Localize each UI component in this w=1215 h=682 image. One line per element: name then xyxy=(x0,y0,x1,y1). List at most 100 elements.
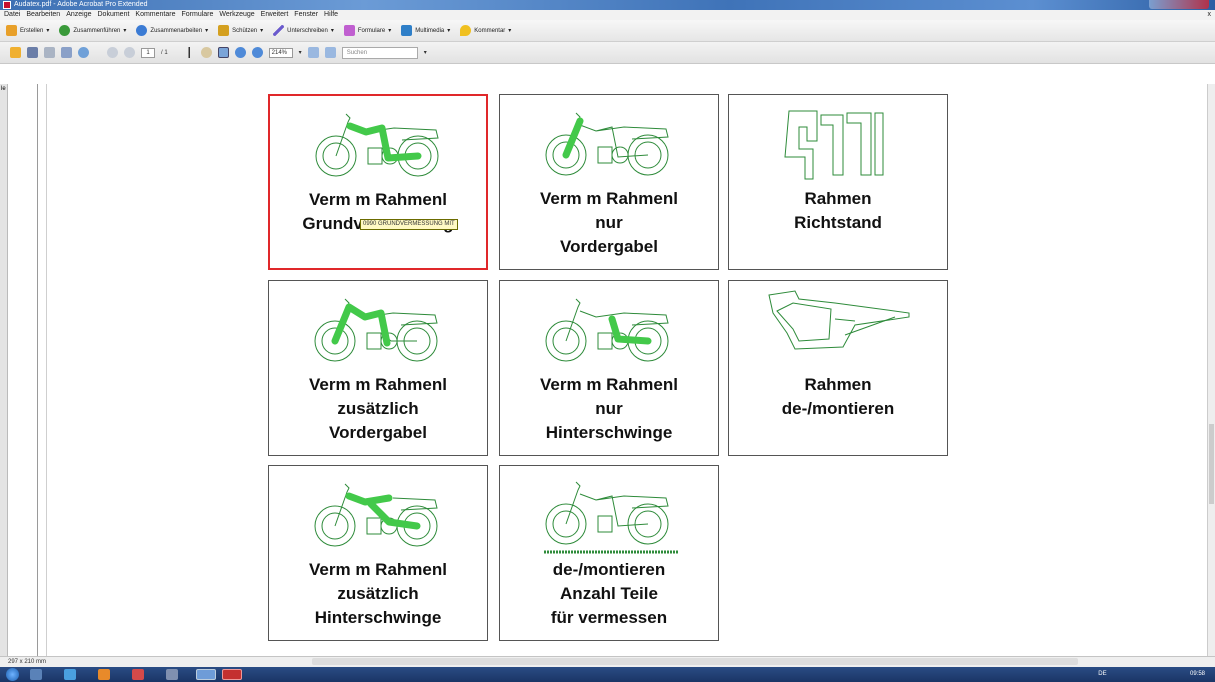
zusammenfuehren-button[interactable]: Zusammenführen ▾ xyxy=(59,25,126,36)
combine-icon xyxy=(59,25,71,36)
motorcycle-frame-icon xyxy=(545,112,669,176)
tile-label-line1: Rahmen xyxy=(804,189,872,208)
open-folder-icon[interactable] xyxy=(10,47,21,58)
marquee-zoom-icon[interactable] xyxy=(217,47,229,58)
windows-taskbar: DE 09:58 xyxy=(0,667,1215,682)
create-icon xyxy=(6,25,17,36)
acrobat-app-icon xyxy=(3,1,11,9)
film-icon xyxy=(401,25,413,36)
chevron-down-icon: ▾ xyxy=(260,28,264,34)
tile-nur-hinterschwinge[interactable]: Verm m Rahmenl nur Hinterschwinge xyxy=(499,280,719,456)
menu-kommentare[interactable]: Kommentare xyxy=(135,10,175,20)
next-page-icon[interactable] xyxy=(124,47,135,58)
clock[interactable]: 09:58 xyxy=(1190,671,1205,677)
collaborate-icon xyxy=(136,25,148,36)
window-controls[interactable] xyxy=(1149,0,1209,9)
zusammenarbeiten-button[interactable]: Zusammenarbeiten ▾ xyxy=(136,25,208,36)
chevron-down-icon: ▾ xyxy=(205,28,209,34)
search-input[interactable]: Suchen xyxy=(341,46,418,59)
collaborate-share-icon[interactable] xyxy=(78,47,89,58)
tooltip: 0990 GRUNDVERMESSUNG MIT xyxy=(360,219,458,230)
email-icon[interactable] xyxy=(61,47,72,58)
taskbar-ie-icon[interactable] xyxy=(64,669,76,680)
tile-anzahl-teile[interactable]: de-/montieren Anzahl Teile für vermessen xyxy=(499,465,719,641)
erstellen-label: Erstellen xyxy=(20,27,44,34)
tile-label-line3: Hinterschwinge xyxy=(314,608,442,627)
print-icon[interactable] xyxy=(27,47,38,58)
select-cursor-icon[interactable] xyxy=(183,47,195,58)
tile-zusaetzlich-vordergabel[interactable]: Verm m Rahmenl zusätzlich Vordergabel xyxy=(268,280,488,456)
navigation-panel-tab[interactable]: le xyxy=(1,86,6,92)
navigation-panel-strip[interactable]: le xyxy=(0,84,8,656)
tile-label-line1: Verm m Rahmenl xyxy=(540,375,678,394)
tile-zusaetzlich-hinterschwinge[interactable]: Verm m Rahmenl zusätzlich Hinterschwinge xyxy=(268,465,488,641)
motorcycle-frame-icon xyxy=(314,298,438,362)
zoom-in-icon[interactable] xyxy=(251,47,263,58)
tile-label-line3: Vordergabel xyxy=(329,423,427,442)
previous-page-icon[interactable] xyxy=(107,47,118,58)
formulare-button[interactable]: Formulare ▾ xyxy=(343,25,391,36)
save-icon[interactable] xyxy=(44,47,55,58)
erstellen-button[interactable]: Erstellen ▾ xyxy=(6,25,49,36)
tile-label-line2: zusätzlich xyxy=(337,584,419,603)
vertical-scrollbar[interactable] xyxy=(1207,84,1215,656)
taskbar-app2-icon[interactable] xyxy=(166,669,178,680)
zoom-level-field[interactable]: 214% xyxy=(268,47,293,58)
menu-datei[interactable]: Datei xyxy=(4,10,20,20)
taskbar-word-icon[interactable] xyxy=(196,669,216,680)
menu-fenster[interactable]: Fenster xyxy=(294,10,318,20)
comment-icon xyxy=(460,25,472,36)
frame-icon xyxy=(768,290,910,350)
schuetzen-button[interactable]: Schützen ▾ xyxy=(218,25,263,36)
motorcycle-parts-icon xyxy=(544,481,678,554)
tile-label-line2: Richtstand xyxy=(794,213,882,232)
horizontal-scrollbar[interactable] xyxy=(312,658,1078,665)
menu-hilfe[interactable]: Hilfe xyxy=(324,10,338,20)
language-indicator[interactable]: DE xyxy=(1098,671,1106,677)
chevron-down-icon: ▾ xyxy=(447,28,451,34)
frame-jig-icon xyxy=(784,110,884,180)
task-toolbar: Erstellen ▾ Zusammenführen ▾ Zusammenarbei… xyxy=(0,20,1215,42)
zoom-out-icon[interactable] xyxy=(234,47,246,58)
menu-bearbeiten[interactable]: Bearbeiten xyxy=(26,10,60,20)
menu-dokument[interactable]: Dokument xyxy=(98,10,130,20)
start-button-icon[interactable] xyxy=(6,668,19,681)
tile-label-line2: zusätzlich xyxy=(337,399,419,418)
menu-werkzeuge[interactable]: Werkzeuge xyxy=(219,10,254,20)
tile-label-line1: Rahmen xyxy=(804,375,872,394)
chevron-down-icon[interactable]: ▾ xyxy=(424,49,427,56)
fit-width-icon[interactable] xyxy=(324,47,336,58)
tile-rahmen-richtstand[interactable]: Rahmen Richtstand xyxy=(728,94,948,270)
scrollbar-thumb[interactable] xyxy=(1209,424,1214,504)
tile-label-line1: Verm m Rahmenl xyxy=(309,375,447,394)
fit-page-icon[interactable] xyxy=(307,47,319,58)
chevron-down-icon: ▾ xyxy=(330,28,334,34)
hand-tool-icon[interactable] xyxy=(200,47,212,58)
tile-label-line2: nur xyxy=(595,213,623,232)
taskbar-media-icon[interactable] xyxy=(98,669,110,680)
menu-formulare[interactable]: Formulare xyxy=(181,10,213,20)
taskbar-acrobat-icon[interactable] xyxy=(222,669,242,680)
motorcycle-frame-icon xyxy=(545,298,669,362)
tile-rahmen-demontieren[interactable]: Rahmen de-/montieren xyxy=(728,280,948,456)
page-edge xyxy=(37,84,47,656)
tile-grundvermessung[interactable]: Verm m Rahmenl Grundvermessung xyxy=(268,94,488,270)
chevron-down-icon: ▾ xyxy=(46,28,50,34)
close-document-icon[interactable]: x xyxy=(1208,10,1212,20)
multimedia-button[interactable]: Multimedia ▾ xyxy=(401,25,450,36)
menu-anzeige[interactable]: Anzeige xyxy=(66,10,91,20)
tile-label-line1: de-/montieren xyxy=(552,560,666,579)
page-number-input[interactable]: 1 xyxy=(141,47,155,58)
menu-erweitert[interactable]: Erweitert xyxy=(261,10,289,20)
motorcycle-frame-icon xyxy=(314,483,438,547)
tile-label-line2: de-/montieren xyxy=(781,399,895,418)
tile-label-line3: für vermessen xyxy=(550,608,668,627)
taskbar-explorer-icon[interactable] xyxy=(30,669,42,680)
kommentar-button[interactable]: Kommentar ▾ xyxy=(460,25,511,36)
page-size-label: 297 x 210 mm xyxy=(8,659,47,665)
chevron-down-icon[interactable]: ▾ xyxy=(299,49,302,56)
tile-nur-vordergabel[interactable]: Verm m Rahmenl nur Vordergabel xyxy=(499,94,719,270)
tile-label-line3: Vordergabel xyxy=(560,237,658,256)
taskbar-app-icon[interactable] xyxy=(132,669,144,680)
unterschreiben-button[interactable]: Unterschreiben ▾ xyxy=(273,25,334,36)
